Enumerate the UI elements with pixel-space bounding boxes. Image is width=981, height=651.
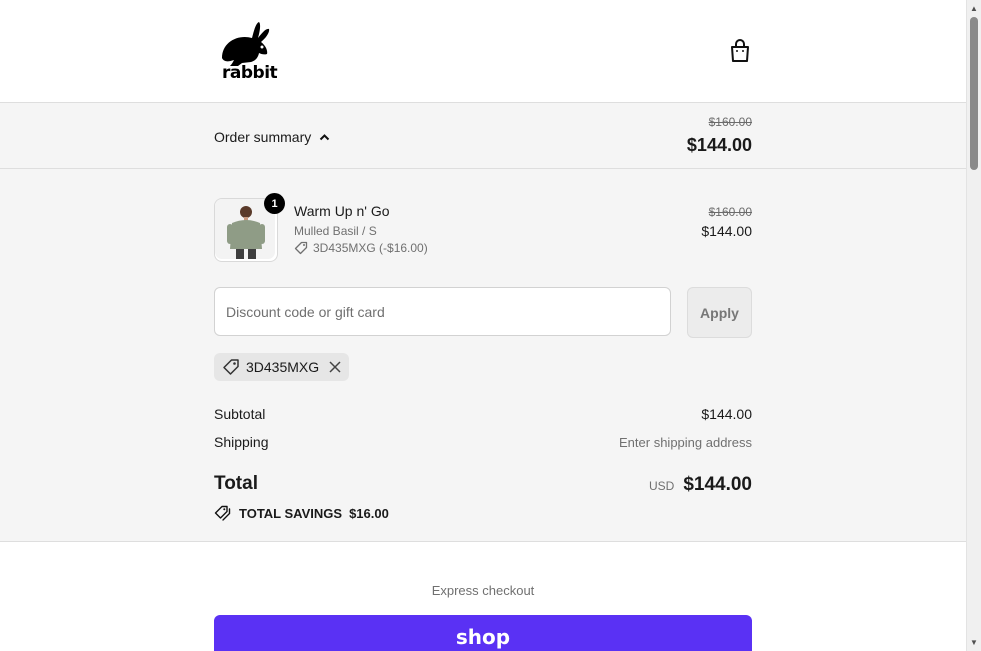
total-savings: TOTAL SAVINGS $16.00 — [214, 505, 389, 521]
chevron-up-icon — [320, 134, 330, 141]
discount-code-input[interactable] — [214, 287, 671, 336]
total-value-group: USD $144.00 — [649, 474, 752, 496]
product-price: $144.00 — [701, 223, 752, 239]
tag-icon — [223, 359, 239, 375]
scrollbar-thumb[interactable] — [970, 17, 978, 170]
product-discount: 3D435MXG (-$16.00) — [294, 241, 428, 255]
shopping-bag-icon[interactable] — [728, 38, 752, 64]
header: rabbit — [0, 0, 966, 103]
order-summary-bar: Order summary $160.00 $144.00 — [0, 103, 966, 169]
product-thumbnail: 1 — [214, 193, 285, 262]
tags-icon — [214, 505, 231, 521]
apply-discount-button[interactable]: Apply — [687, 287, 752, 338]
product-name: Warm Up n' Go — [294, 203, 390, 219]
total-label: Total — [214, 473, 258, 494]
currency-code: USD — [648, 479, 675, 493]
quantity-badge: 1 — [264, 193, 285, 214]
remove-discount-button[interactable] — [329, 361, 341, 373]
product-variant: Mulled Basil / S — [294, 224, 377, 238]
order-summary-toggle[interactable]: Order summary — [214, 129, 330, 145]
order-summary-label: Order summary — [214, 129, 312, 145]
applied-discount-code: 3D435MXG — [246, 359, 320, 375]
brand-wordmark: rabbit — [222, 63, 278, 83]
shipping-value: Enter shipping address — [619, 435, 752, 450]
scroll-up-arrow-icon[interactable]: ▲ — [970, 4, 978, 13]
shipping-label: Shipping — [214, 434, 269, 450]
summary-total: $144.00 — [686, 135, 752, 155]
total-savings-label: TOTAL SAVINGS — [239, 505, 343, 521]
applied-discount-chip: 3D435MXG — [214, 353, 350, 381]
total-value: $144.00 — [683, 474, 752, 495]
product-original-price: $160.00 — [708, 205, 752, 219]
checkout-page: rabbit Order summary $160.00 $144.00 1 W… — [0, 0, 966, 651]
subtotal-label: Subtotal — [214, 406, 266, 422]
order-summary-panel: 1 Warm Up n' Go Mulled Basil / S 3D435MX… — [0, 169, 966, 542]
page-scrollbar[interactable]: ▲ ▼ — [966, 0, 981, 651]
tag-icon — [294, 241, 308, 255]
total-savings-value: $16.00 — [349, 505, 389, 521]
product-discount-text: 3D435MXG (-$16.00) — [313, 241, 428, 255]
scroll-down-arrow-icon[interactable]: ▼ — [970, 638, 978, 647]
shop-pay-label: shop — [455, 625, 511, 649]
summary-original-price: $160.00 — [708, 115, 752, 129]
shop-pay-button[interactable]: shop — [214, 615, 752, 651]
express-checkout-title: Express checkout — [431, 583, 535, 598]
subtotal-value: $144.00 — [701, 406, 752, 422]
close-icon — [329, 361, 341, 373]
